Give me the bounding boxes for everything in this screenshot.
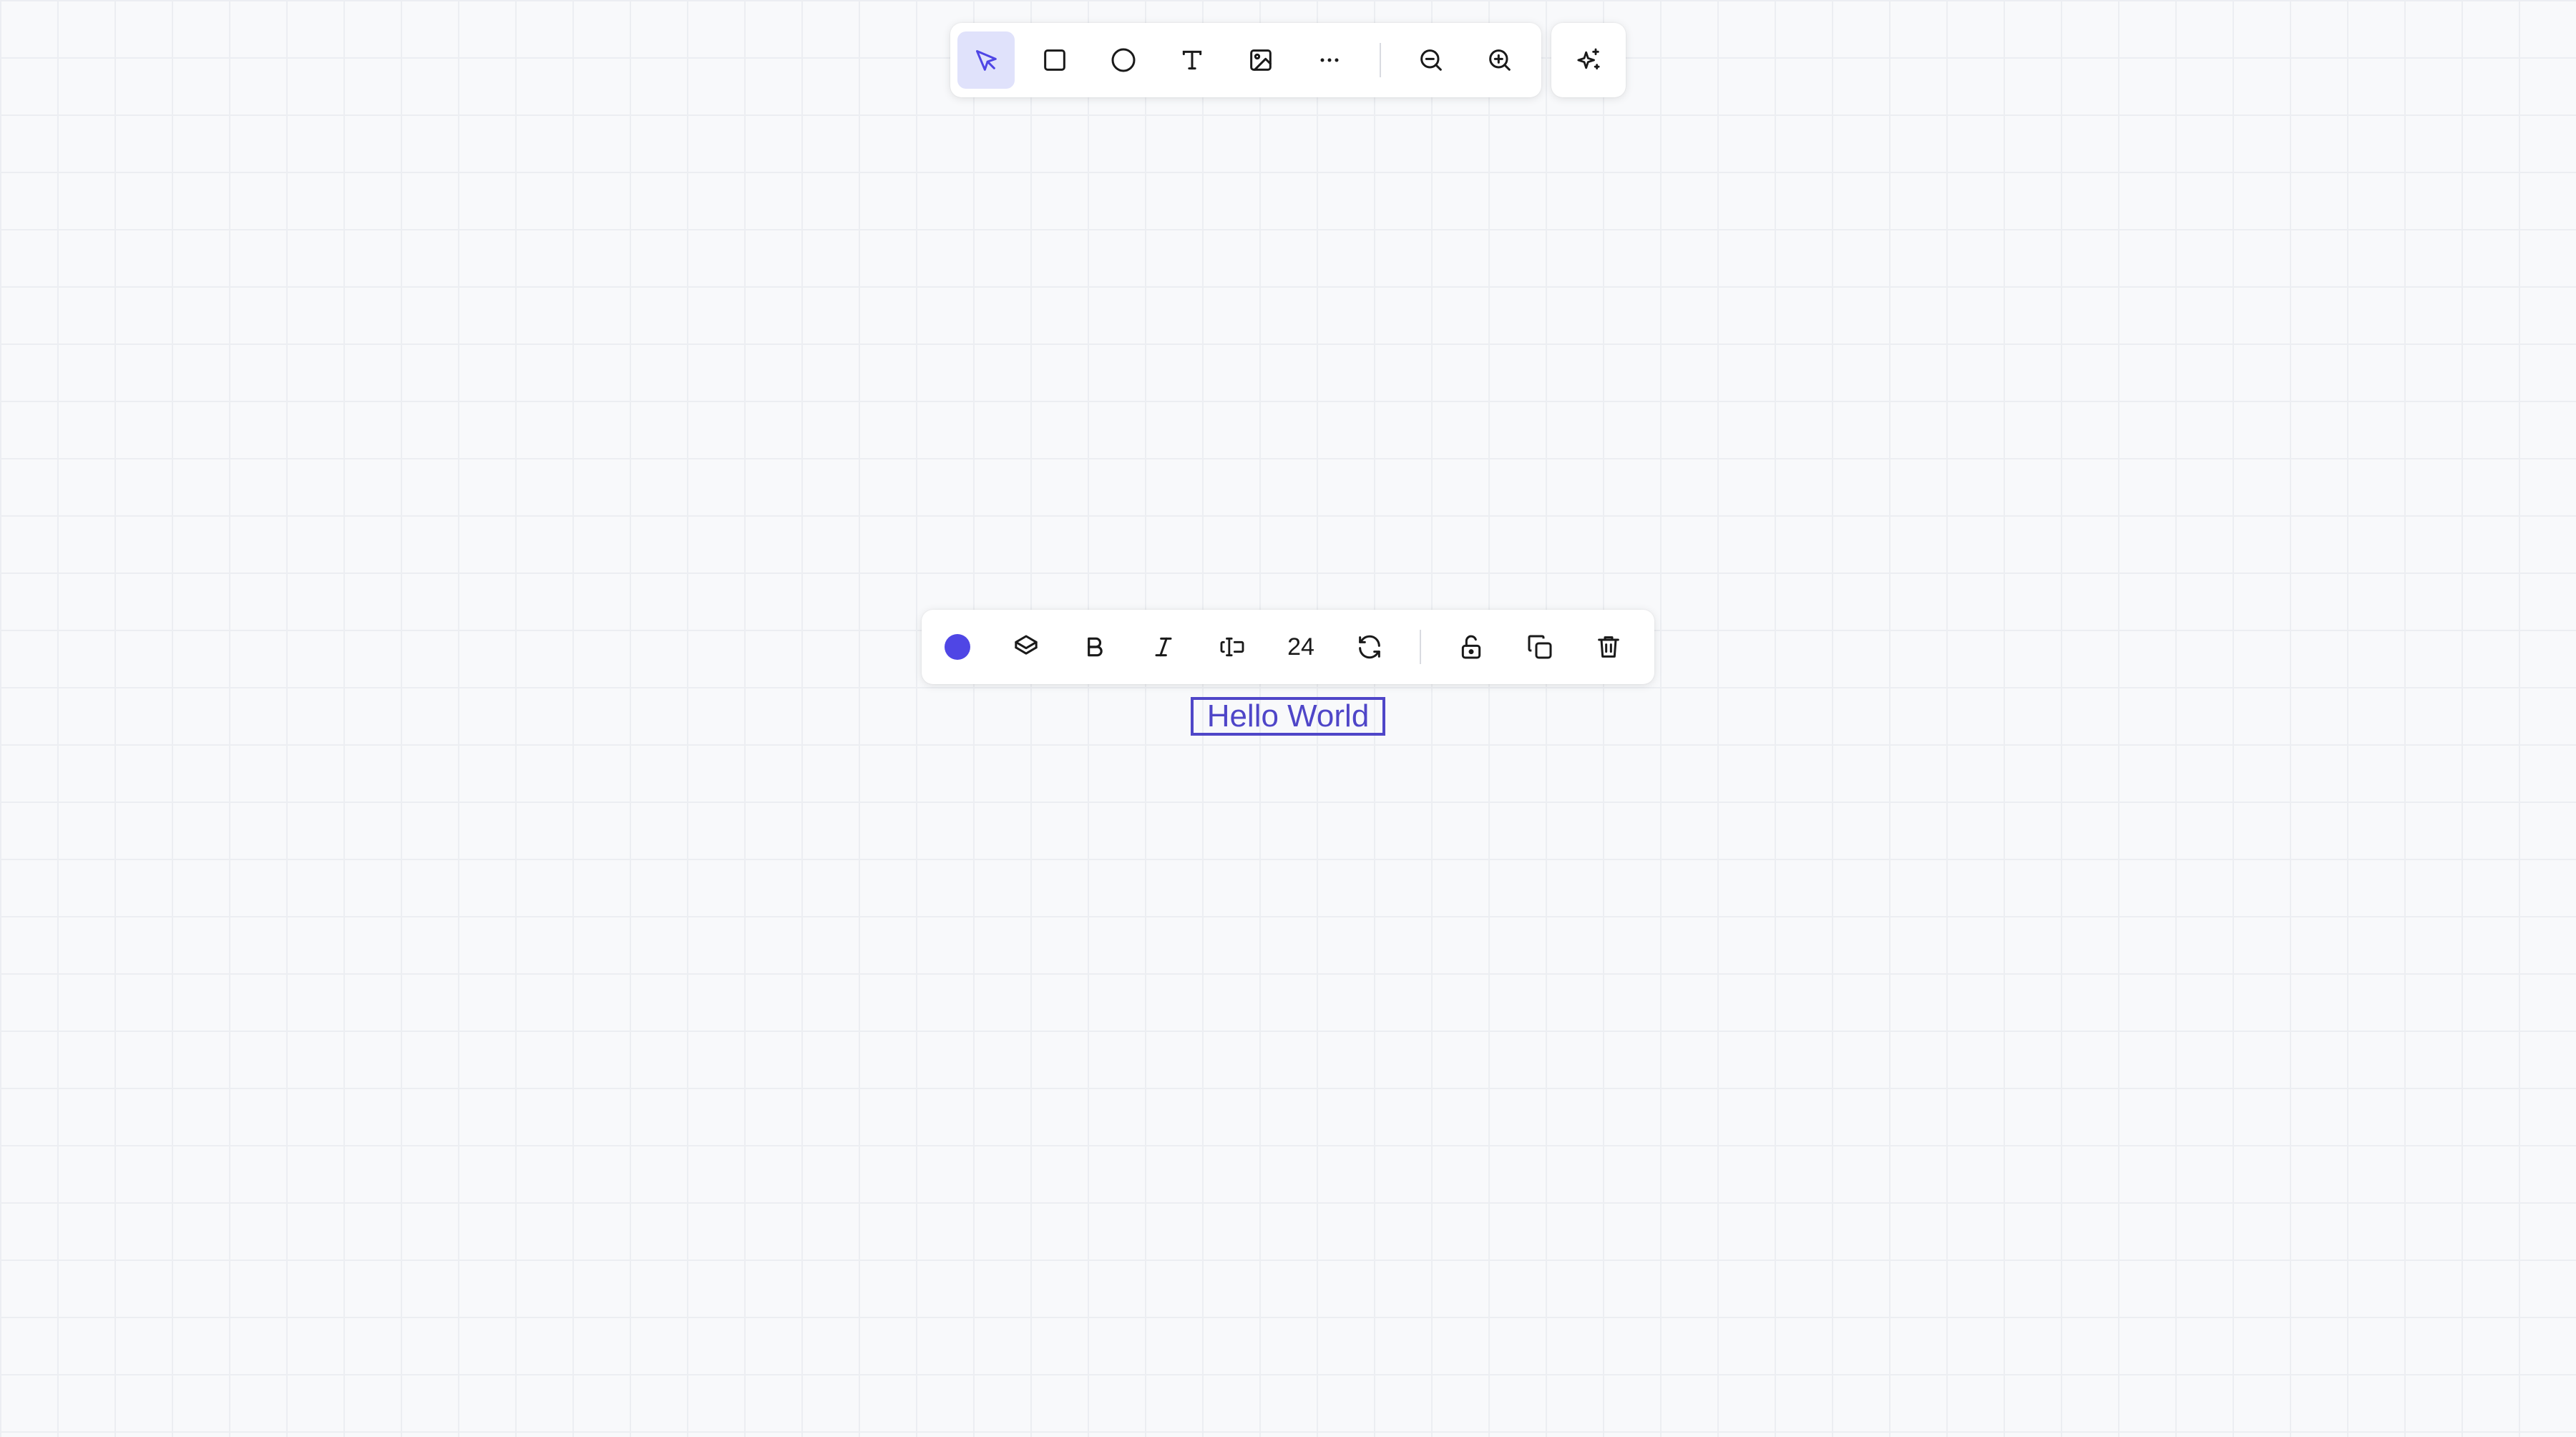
cursor-icon: [976, 50, 997, 71]
select-tool-button[interactable]: [957, 31, 1015, 89]
sparkles-icon: [1577, 48, 1600, 70]
rectangle-tool-button[interactable]: [1026, 31, 1083, 89]
toolbar-divider: [1380, 43, 1381, 77]
rotate-button[interactable]: [1341, 618, 1398, 676]
font-size-button[interactable]: 24: [1272, 618, 1330, 676]
copy-icon: [1528, 635, 1552, 659]
text-tool-button[interactable]: [1163, 31, 1221, 89]
bold-button[interactable]: [1066, 618, 1123, 676]
layers-icon: [1015, 635, 1038, 655]
zoom-out-button[interactable]: [1402, 31, 1460, 89]
color-picker-button[interactable]: [929, 618, 986, 676]
font-size-value: 24: [1287, 633, 1314, 661]
image-tool-button[interactable]: [1232, 31, 1289, 89]
text-icon: [1182, 50, 1202, 70]
more-horizontal-icon: [1320, 58, 1339, 62]
ai-assist-button[interactable]: [1560, 31, 1617, 89]
bold-icon: [1088, 637, 1103, 657]
trash-icon: [1598, 636, 1619, 658]
ai-toolbar: [1551, 23, 1626, 97]
ellipse-tool-button[interactable]: [1095, 31, 1152, 89]
zoom-out-icon: [1420, 49, 1442, 71]
color-dot-icon: [945, 634, 970, 660]
square-icon: [1044, 49, 1065, 71]
layers-button[interactable]: [997, 618, 1055, 676]
italic-icon: [1155, 637, 1172, 657]
delete-button[interactable]: [1580, 618, 1637, 676]
duplicate-button[interactable]: [1511, 618, 1568, 676]
image-icon: [1250, 49, 1272, 71]
lock-button[interactable]: [1443, 618, 1500, 676]
element-toolbar: 24: [922, 610, 1654, 684]
zoom-in-icon: [1489, 49, 1511, 71]
unlock-icon: [1461, 635, 1481, 659]
text-element-content[interactable]: Hello World: [1207, 701, 1370, 732]
zoom-in-button[interactable]: [1471, 31, 1528, 89]
main-toolbar: [950, 23, 1541, 97]
element-toolbar-divider: [1420, 630, 1421, 664]
selected-text-element[interactable]: Hello World: [1191, 697, 1385, 736]
whiteboard-canvas[interactable]: 24 Hello World: [0, 0, 2576, 1437]
more-tools-button[interactable]: [1301, 31, 1358, 89]
circle-icon: [1111, 48, 1136, 72]
text-cursor-input-icon: [1220, 637, 1244, 657]
italic-button[interactable]: [1135, 618, 1192, 676]
refresh-icon: [1359, 635, 1380, 659]
text-field-button[interactable]: [1204, 618, 1261, 676]
